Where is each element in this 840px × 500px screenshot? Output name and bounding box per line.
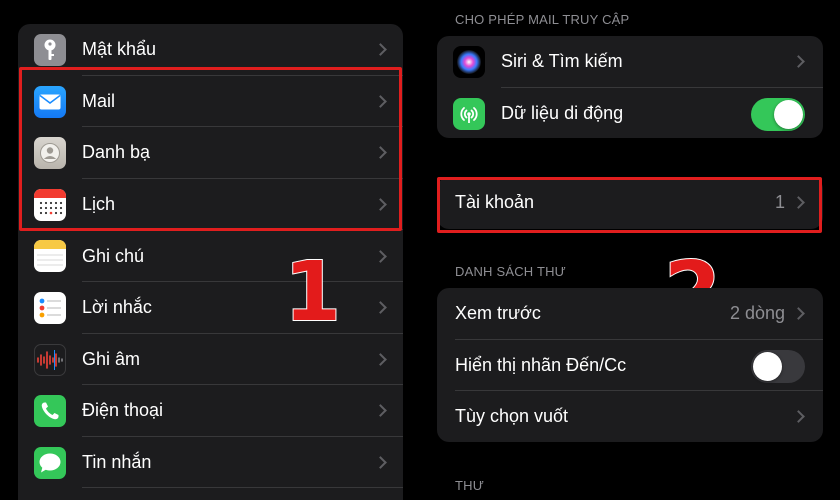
reminders-icon [34, 291, 66, 324]
chevron-right-icon [374, 404, 387, 418]
notes-icon [34, 240, 66, 273]
siri-search-label: Siri & Tìm kiếm [501, 51, 623, 72]
settings-item-reminders[interactable]: Lời nhắc [18, 282, 403, 334]
messages-icon [34, 446, 66, 479]
swipe-options-row[interactable]: Tùy chọn vuốt [437, 391, 823, 442]
chevron-right-icon [792, 410, 805, 424]
section-header-allow-access: CHO PHÉP MAIL TRUY CẬP [455, 12, 630, 27]
highlight-box-mail-group [19, 67, 402, 231]
cellular-data-label: Dữ liệu di động [501, 102, 624, 123]
preview-label: Xem trước [455, 303, 541, 324]
siri-search-row[interactable]: Siri & Tìm kiếm [437, 36, 823, 88]
chevron-right-icon [374, 43, 387, 57]
chevron-right-icon [792, 55, 805, 69]
settings-item-label: Tin nhắn [82, 452, 152, 473]
cellular-data-row: Dữ liệu di động [437, 88, 823, 139]
settings-item-voice-memos[interactable]: Ghi âm [18, 334, 403, 386]
chevron-right-icon [792, 307, 805, 321]
key-icon [34, 34, 66, 66]
settings-item-phone[interactable]: Điện thoại [18, 385, 403, 437]
show-to-cc-toggle[interactable] [751, 349, 805, 383]
message-list-group: Xem trước 2 dòng Hiển thị nhãn Đến/Cc Tù… [437, 288, 823, 442]
settings-item-label: Mật khẩu [82, 39, 157, 60]
settings-item-label: Lời nhắc [82, 297, 152, 318]
settings-item-label: Ghi âm [82, 348, 141, 369]
chevron-right-icon [374, 352, 387, 366]
cellular-data-toggle[interactable] [751, 97, 805, 131]
settings-item-label: Ghi chú [82, 245, 145, 266]
cellular-icon [453, 97, 485, 130]
settings-item-messages[interactable]: Tin nhắn [18, 437, 403, 489]
show-to-cc-label: Hiển thị nhãn Đến/Cc [455, 354, 627, 375]
preview-value: 2 dòng [729, 303, 785, 324]
preview-row[interactable]: Xem trước 2 dòng [437, 288, 823, 340]
swipe-options-label: Tùy chọn vuốt [455, 406, 569, 427]
show-to-cc-row: Hiển thị nhãn Đến/Cc [437, 340, 823, 391]
highlight-box-accounts [437, 177, 822, 233]
allow-access-group: Siri & Tìm kiếm Dữ liệu di động [437, 36, 823, 138]
settings-item-notes[interactable]: Ghi chú [18, 230, 403, 282]
section-header-messages: THƯ [455, 478, 485, 493]
phone-icon [34, 395, 66, 428]
voice-memos-icon [34, 343, 66, 376]
chevron-right-icon [374, 249, 387, 263]
siri-icon [453, 46, 485, 78]
chevron-right-icon [374, 301, 387, 315]
annotation-number-1: 1 [283, 245, 342, 340]
section-header-message-list: DANH SÁCH THƯ [455, 264, 566, 279]
settings-item-label: Điện thoại [82, 400, 164, 421]
chevron-right-icon [374, 456, 387, 469]
